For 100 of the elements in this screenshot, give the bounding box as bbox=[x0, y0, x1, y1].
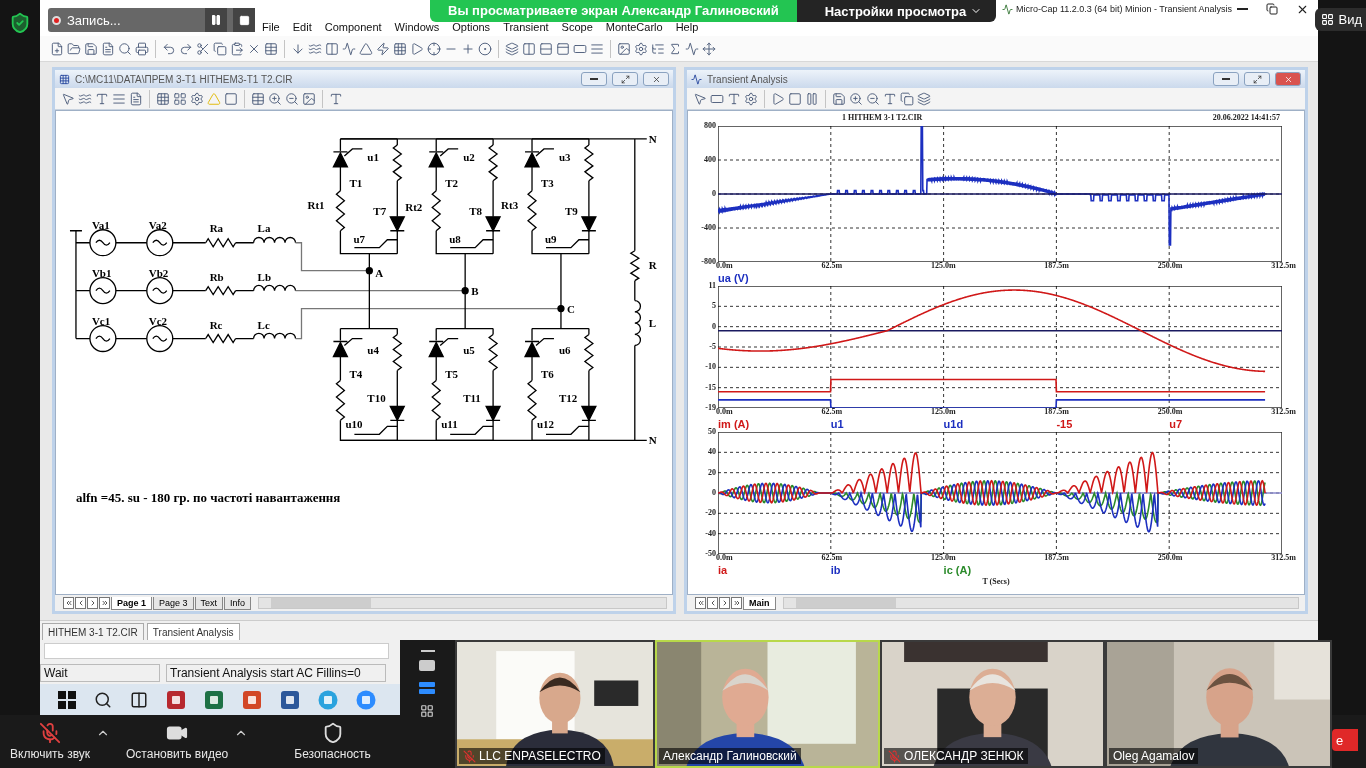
menu-item[interactable]: MonteCarlo bbox=[605, 21, 663, 33]
last-page-button[interactable] bbox=[731, 597, 742, 609]
grid-icon[interactable] bbox=[156, 91, 170, 106]
tree-icon[interactable] bbox=[651, 41, 665, 56]
first-page-button[interactable] bbox=[63, 597, 74, 609]
copy-icon[interactable] bbox=[900, 91, 914, 106]
page-tab[interactable]: Info bbox=[224, 596, 252, 610]
menu-item[interactable]: Help bbox=[675, 21, 699, 33]
undo-icon[interactable] bbox=[162, 41, 176, 56]
settings-icon[interactable] bbox=[190, 91, 204, 106]
menu-item[interactable]: Edit bbox=[292, 21, 312, 33]
menu-item[interactable]: File bbox=[262, 21, 280, 33]
chart-icon[interactable] bbox=[685, 41, 699, 56]
zoom-in-icon[interactable] bbox=[268, 91, 282, 106]
layers-icon[interactable] bbox=[505, 41, 519, 56]
settings-icon[interactable] bbox=[634, 41, 648, 56]
windows-start-icon[interactable] bbox=[58, 690, 76, 709]
sigma-icon[interactable] bbox=[668, 41, 682, 56]
speaker-view-button[interactable] bbox=[418, 660, 437, 674]
menu-item[interactable]: Scope bbox=[561, 21, 593, 33]
page-tab[interactable]: Page 1 bbox=[111, 596, 153, 610]
pulse-icon[interactable] bbox=[342, 41, 356, 56]
menu-item[interactable]: Component bbox=[324, 21, 382, 33]
task-view-icon[interactable] bbox=[130, 690, 148, 709]
leave-button[interactable]: e bbox=[1332, 729, 1358, 751]
play-icon[interactable] bbox=[771, 91, 785, 106]
document-tab[interactable]: HITHEM 3-1 T2.CIR bbox=[42, 623, 144, 640]
rows-icon[interactable] bbox=[539, 41, 553, 56]
print-icon[interactable] bbox=[135, 41, 149, 56]
menu-item[interactable]: Windows bbox=[394, 21, 440, 33]
image-icon[interactable] bbox=[302, 91, 316, 106]
minimize-button[interactable] bbox=[1213, 72, 1239, 86]
view-button[interactable]: Вид bbox=[1315, 8, 1366, 31]
document-icon[interactable] bbox=[101, 41, 115, 56]
zoom-in-icon[interactable] bbox=[849, 91, 863, 106]
menu-item[interactable]: Transient bbox=[503, 21, 549, 33]
redo-icon[interactable] bbox=[179, 41, 193, 56]
menu-item[interactable]: Options bbox=[452, 21, 491, 33]
table-icon[interactable] bbox=[264, 41, 278, 56]
mic-button[interactable]: Включить звук bbox=[4, 718, 97, 765]
next-page-button[interactable] bbox=[719, 597, 730, 609]
table-icon[interactable] bbox=[251, 91, 265, 106]
maximize-button[interactable] bbox=[1244, 72, 1270, 86]
text-icon[interactable] bbox=[95, 91, 109, 106]
last-page-button[interactable] bbox=[99, 597, 110, 609]
pause-button[interactable] bbox=[205, 8, 227, 32]
text-icon[interactable] bbox=[883, 91, 897, 106]
circle-icon[interactable] bbox=[478, 41, 492, 56]
minimize-button[interactable] bbox=[581, 72, 607, 86]
crosshair-icon[interactable] bbox=[427, 41, 441, 56]
panel-icon[interactable] bbox=[556, 41, 570, 56]
image-icon[interactable] bbox=[617, 41, 631, 56]
stop-button[interactable] bbox=[233, 8, 255, 32]
next-page-button[interactable] bbox=[87, 597, 98, 609]
open-folder-icon[interactable] bbox=[67, 41, 81, 56]
save-icon[interactable] bbox=[84, 41, 98, 56]
minimize-icon[interactable] bbox=[420, 650, 435, 652]
page-tab[interactable]: Page 3 bbox=[153, 596, 194, 610]
text-icon[interactable] bbox=[727, 91, 741, 106]
pause-icon[interactable] bbox=[805, 91, 819, 106]
triangle-icon[interactable] bbox=[359, 41, 373, 56]
arrow-down-icon[interactable] bbox=[291, 41, 305, 56]
security-button[interactable]: Безопасность bbox=[288, 718, 377, 765]
copy-icon[interactable] bbox=[213, 41, 227, 56]
zoom-out-icon[interactable] bbox=[285, 91, 299, 106]
save-icon[interactable] bbox=[832, 91, 846, 106]
zoom-out-icon[interactable] bbox=[866, 91, 880, 106]
columns-icon[interactable] bbox=[522, 41, 536, 56]
command-field[interactable] bbox=[44, 643, 389, 659]
pointer-icon[interactable] bbox=[61, 91, 75, 106]
grid-icon[interactable] bbox=[393, 41, 407, 56]
wave-icon[interactable] bbox=[78, 91, 92, 106]
document-icon[interactable] bbox=[129, 91, 143, 106]
video-button[interactable]: Остановить видео bbox=[120, 718, 235, 765]
previous-page-button[interactable] bbox=[707, 597, 718, 609]
page-tab[interactable]: Main bbox=[743, 596, 776, 610]
strip-view-button[interactable] bbox=[418, 682, 437, 696]
horizontal-scrollbar[interactable] bbox=[258, 597, 667, 609]
settings-icon[interactable] bbox=[744, 91, 758, 106]
view-settings-button[interactable]: Настройки просмотра bbox=[796, 0, 997, 22]
layers-icon[interactable] bbox=[917, 91, 931, 106]
list-icon[interactable] bbox=[590, 41, 604, 56]
new-file-icon[interactable] bbox=[50, 41, 64, 56]
page-tab[interactable]: Text bbox=[194, 596, 224, 610]
previous-page-button[interactable] bbox=[75, 597, 86, 609]
move-icon[interactable] bbox=[702, 41, 716, 56]
paste-icon[interactable] bbox=[230, 41, 244, 56]
document-tab[interactable]: Transient Analysis bbox=[146, 623, 240, 640]
first-page-button[interactable] bbox=[695, 597, 706, 609]
grid-icon[interactable] bbox=[173, 91, 187, 106]
wave-icon[interactable] bbox=[308, 41, 322, 56]
rectangle-icon[interactable] bbox=[224, 91, 238, 106]
zap-icon[interactable] bbox=[376, 41, 390, 56]
search-icon[interactable] bbox=[94, 690, 112, 709]
text-icon[interactable] bbox=[329, 91, 343, 106]
horizontal-scrollbar[interactable] bbox=[782, 597, 1299, 609]
cut-icon[interactable] bbox=[196, 41, 210, 56]
pointer-icon[interactable] bbox=[693, 91, 707, 106]
play-icon[interactable] bbox=[410, 41, 424, 56]
maximize-button[interactable] bbox=[612, 72, 638, 86]
